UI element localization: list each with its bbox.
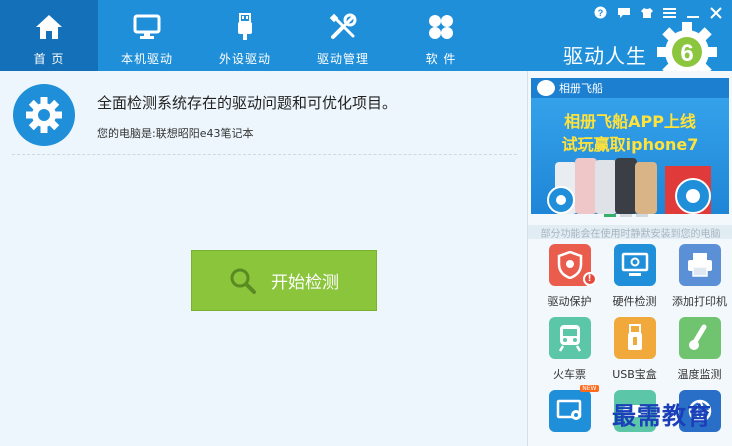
hardware-check-tile: [613, 244, 656, 286]
brand-name: 驱动人生: [563, 44, 647, 68]
main-panel: 全面检测系统存在的驱动问题和可优化项目。 您的电脑是:联想昭阳e43笔记本 开始…: [0, 71, 527, 446]
nav-peripheral-drivers-label: 外设驱动: [218, 52, 271, 66]
top-bar: 首 页 本机驱动 外设驱动 驱动管理 软 件 ? 驱动人生 6: [0, 0, 732, 76]
apps-icon: [426, 12, 456, 42]
nav-peripheral-drivers[interactable]: 外设驱动: [196, 0, 294, 71]
nav-local-drivers-label: 本机驱动: [120, 52, 173, 66]
new-badge: NEW: [580, 385, 599, 392]
tool-name: 添加打印机: [672, 295, 727, 308]
silent-install-tip: 部分功能会在使用时静默安装到您的电脑: [528, 225, 732, 240]
monitor-disc-icon: [556, 399, 581, 420]
add-printer-tile: [678, 244, 721, 286]
tool-new-feature[interactable]: NEW: [537, 385, 602, 439]
home-icon: [34, 12, 64, 42]
monitor-search-icon: [621, 252, 648, 276]
usb-box-tile: [613, 317, 656, 359]
nav-software[interactable]: 软 件: [392, 0, 490, 71]
main-nav: 首 页 本机驱动 外设驱动 驱动管理 软 件: [0, 0, 490, 71]
gear-logo-icon: 6: [657, 22, 717, 76]
tool-driver-protection[interactable]: ! 驱动保护: [537, 244, 602, 309]
usb-icon: [230, 12, 260, 42]
section-divider: [12, 154, 517, 155]
tool-hardware-check[interactable]: 硬件检测: [602, 244, 667, 309]
tool-usb-box[interactable]: USB宝盒: [602, 317, 667, 382]
tool-name: 火车票: [553, 368, 586, 381]
train-ticket-tile: [548, 317, 591, 359]
nav-local-drivers[interactable]: 本机驱动: [98, 0, 196, 71]
ad-banner[interactable]: 相册飞船 相册飞船APP上线 试玩赢取iphone7: [531, 78, 729, 214]
ad-pager-dot[interactable]: [620, 214, 632, 217]
ad-pager: [604, 214, 648, 217]
message-icon[interactable]: [615, 4, 632, 21]
scan-gear-badge: [13, 84, 75, 146]
minimize-icon[interactable]: [684, 4, 701, 21]
watermark: 最需教育: [612, 401, 712, 430]
right-panel: 相册飞船 相册飞船APP上线 试玩赢取iphone7 部分功能会在使用时静默安装…: [527, 71, 732, 446]
ad-logo-icon: [537, 80, 555, 96]
tools-icon: [328, 12, 358, 42]
ad-pager-dot[interactable]: [604, 214, 616, 217]
start-scan-button[interactable]: 开始检测: [191, 250, 377, 311]
svg-text:?: ?: [598, 8, 604, 18]
phones-illustration-icon: [547, 158, 711, 214]
brand-version-digit: 6: [680, 40, 693, 67]
ad-line-2: 试玩赢取iphone7: [561, 135, 699, 154]
ad-header: 相册飞船: [531, 78, 729, 98]
nav-home-label: 首 页: [33, 52, 65, 66]
menu-icon[interactable]: [661, 4, 678, 21]
train-icon: [558, 325, 581, 352]
tool-temperature-monitor[interactable]: 温度监测: [667, 317, 732, 382]
start-scan-label: 开始检测: [271, 273, 339, 293]
shield-gear-icon: [557, 251, 582, 279]
pc-model-info: 您的电脑是:联想昭阳e43笔记本: [97, 127, 254, 140]
ad-pager-dot[interactable]: [636, 214, 648, 217]
nav-driver-management-label: 驱动管理: [316, 52, 369, 66]
driver-protection-tile: !: [548, 244, 597, 286]
tool-name: 硬件检测: [612, 295, 657, 308]
tool-name: 驱动保护: [547, 295, 592, 308]
tool-name: USB宝盒: [612, 368, 657, 381]
ad-brand: 相册飞船: [559, 82, 603, 95]
help-icon[interactable]: ?: [592, 4, 609, 21]
usb-drive-icon: [627, 324, 642, 350]
temperature-monitor-tile: [678, 317, 721, 359]
close-icon[interactable]: [707, 4, 724, 21]
nav-driver-management[interactable]: 驱动管理: [294, 0, 392, 71]
ad-line-1: 相册飞船APP上线: [564, 112, 696, 131]
tool-add-printer[interactable]: 添加打印机: [667, 244, 732, 309]
nav-home[interactable]: 首 页: [0, 0, 98, 71]
skin-icon[interactable]: [638, 4, 655, 21]
new-feature-tile: NEW: [548, 385, 599, 432]
monitor-icon: [132, 12, 162, 42]
thermometer-icon: [688, 324, 706, 350]
scan-headline: 全面检测系统存在的驱动问题和可优化项目。: [97, 94, 398, 112]
tool-train-ticket[interactable]: 火车票: [537, 317, 602, 382]
warning-icon: !: [582, 272, 597, 286]
magnifier-icon: [230, 268, 256, 294]
tool-name: 温度监测: [677, 368, 722, 381]
window-controls: ?: [592, 4, 724, 21]
printer-icon: [687, 253, 712, 277]
gear-icon: [26, 97, 62, 133]
nav-software-label: 软 件: [425, 52, 457, 66]
